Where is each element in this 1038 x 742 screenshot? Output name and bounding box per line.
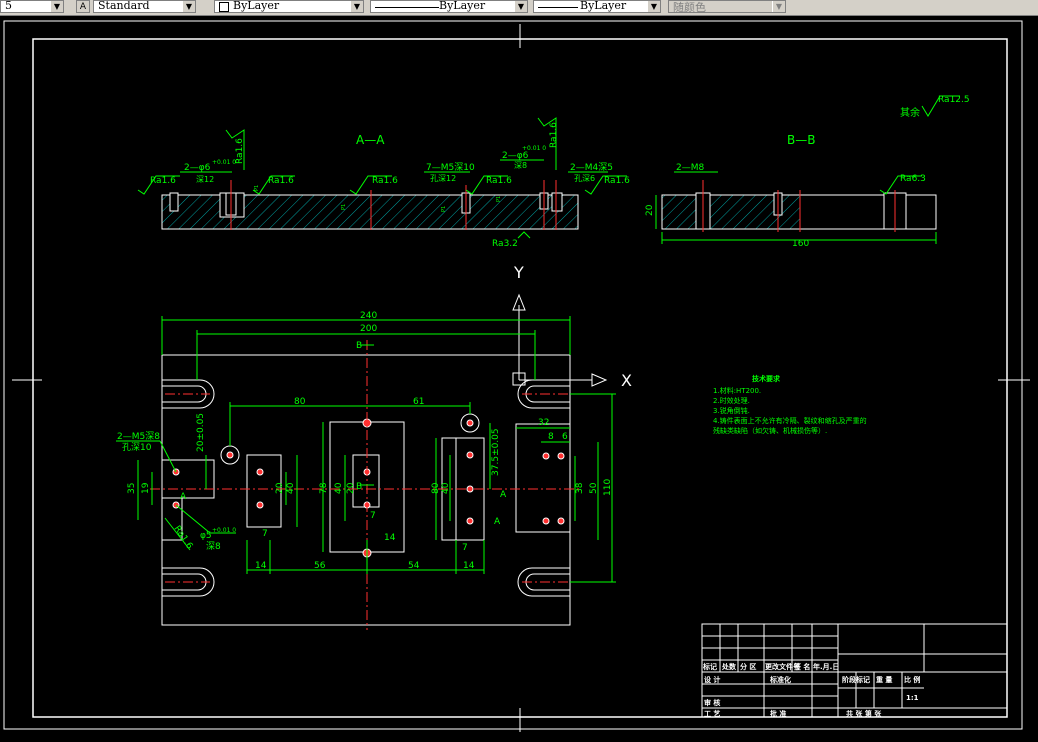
aa-ra-1: Ra1.6 xyxy=(150,176,176,186)
center-marks xyxy=(12,24,1030,732)
tb-scale: 1:1 xyxy=(906,694,919,702)
hole-m5-depth: 孔深10 xyxy=(122,442,152,453)
aa-small-4: P1 xyxy=(496,196,502,202)
section-bb-title: B—B xyxy=(787,133,815,147)
hole-m5: 2—M5深8 xyxy=(117,431,160,442)
aa-ra-vertical-2: Ra1.6 xyxy=(549,122,559,148)
dim-14a: 14 xyxy=(384,533,396,543)
aa-ra-2: Ra1.6 xyxy=(268,176,294,186)
drawing-frame xyxy=(32,38,1008,718)
dim-14c: 14 xyxy=(463,561,475,571)
aa-hole-1-depth: 深12 xyxy=(196,175,214,184)
dim-50: 50 xyxy=(589,482,599,494)
notes-line-4: 4.铸件表面上不允许有冷隔、裂纹和缩孔及严重的 xyxy=(713,416,867,425)
dim-35: 35 xyxy=(127,483,137,494)
aa-ra-4: Ra1.6 xyxy=(486,176,512,186)
tb-r1c2: 处数 xyxy=(721,662,737,671)
aa-hole-2: 7—M5深10 xyxy=(426,162,475,173)
cad-drawing-canvas[interactable]: 其余 Ra12.5 A—A Ra1.6 Ra1.6 Ra1.6 Ra1.6 Ra… xyxy=(0,0,1038,742)
bb-ra: Ra6.3 xyxy=(900,174,926,184)
hole-phi5: φ5 xyxy=(200,531,212,541)
aa-hole-3: 2—φ6 xyxy=(502,151,529,161)
dim-7a: 7 xyxy=(262,529,268,539)
aa-small-3: P1 xyxy=(441,206,447,212)
tb-sheets: 共 张 第 张 xyxy=(846,709,882,718)
section-aa-title: A—A xyxy=(356,133,385,147)
bb-hole: 2—M8 xyxy=(676,163,704,173)
dim-20a: 20 xyxy=(275,482,285,494)
tb-r1c3: 分 区 xyxy=(740,662,756,671)
tb-r1c5: 签 名 xyxy=(793,662,810,671)
dim-20-tol: 20±0.05 xyxy=(196,413,206,452)
tb-check: 审 核 xyxy=(704,698,720,707)
dim-7b: 7 xyxy=(370,511,376,521)
dim-80b: 80 xyxy=(431,482,441,494)
dim-240: 240 xyxy=(360,311,377,321)
mark-a-left: A xyxy=(180,492,187,502)
tb-weight: 重 量 xyxy=(876,675,892,684)
notes-line-2: 2.时效处理. xyxy=(713,396,750,405)
other-rough-value: Ra12.5 xyxy=(938,95,970,105)
aa-hole-4: 2—M4深5 xyxy=(570,162,613,173)
aa-hole-1-tol: +0.01 0 xyxy=(212,159,236,166)
dim-54: 54 xyxy=(408,561,420,571)
notes-line-5: 残缺类缺陷（如欠铸、机械损伤等）. xyxy=(713,426,827,435)
aa-hole-1: 2—φ6 xyxy=(184,163,211,173)
bb-dim-h: 20 xyxy=(645,204,655,216)
section-bb-view: 2—M8 Ra6.3 20 160 xyxy=(645,163,937,249)
mark-a-far: A xyxy=(494,517,501,527)
dim-200: 200 xyxy=(360,324,377,334)
tb-approve: 批 准 xyxy=(770,709,786,718)
dim-80: 80 xyxy=(294,397,306,407)
notes-title: 技术要求 xyxy=(752,374,781,383)
ra-hole: Ra1.6 xyxy=(172,524,195,551)
mark-b-mid: B xyxy=(356,482,362,492)
dim-14b: 14 xyxy=(255,561,267,571)
dim-20b: 20 xyxy=(346,482,356,494)
dim-6: 6 xyxy=(562,432,568,442)
hole-phi5-depth: 深8 xyxy=(206,541,221,552)
dim-40b: 40 xyxy=(334,482,344,494)
aa-ra-5: Ra1.6 xyxy=(604,176,630,186)
aa-hole-3-depth: 深8 xyxy=(514,161,527,170)
tb-std: 标准化 xyxy=(769,675,791,684)
aa-hole-4-depth: 孔深6 xyxy=(574,174,595,183)
dim-78: 78 xyxy=(319,482,329,494)
dim-38: 38 xyxy=(575,482,585,494)
aa-small-1: P1 xyxy=(254,185,260,191)
dim-61: 61 xyxy=(413,397,424,407)
dim-7c: 7 xyxy=(462,543,468,553)
tb-r1c1: 标记 xyxy=(702,662,717,671)
dim-110: 110 xyxy=(603,479,613,496)
notes-line-3: 3.锐角倒钝. xyxy=(713,406,750,415)
tb-scale-label: 比 例 xyxy=(904,675,920,684)
aa-ra-vertical-1: Ra1.6 xyxy=(235,138,245,164)
dim-37-tol: 37.5±0.05 xyxy=(491,428,501,476)
aa-small-2: P1 xyxy=(341,204,347,210)
dim-32: 32 xyxy=(538,418,549,428)
ucs-x-label: X xyxy=(621,371,632,390)
tb-design: 设 计 xyxy=(704,675,720,684)
dim-8: 8 xyxy=(548,432,554,442)
dim-56: 56 xyxy=(314,561,326,571)
tb-process: 工 艺 xyxy=(704,709,720,718)
dim-40a: 40 xyxy=(286,482,296,494)
bb-dim-w: 160 xyxy=(792,239,809,249)
other-rough-label: 其余 xyxy=(900,106,920,119)
mark-a-right: A xyxy=(500,490,507,500)
dim-19: 19 xyxy=(141,482,151,494)
aa-ra-bottom: Ra3.2 xyxy=(492,239,518,249)
hole-phi5-tol: +0.01 0 xyxy=(212,527,236,534)
ucs-y-label: Y xyxy=(513,263,524,282)
tb-stage: 阶段标记 xyxy=(842,675,870,684)
technical-notes: 技术要求 1.材料:HT200. 2.时效处理. 3.锐角倒钝. 4.铸件表面上… xyxy=(713,374,867,435)
mark-b-top: B xyxy=(356,341,362,351)
notes-line-1: 1.材料:HT200. xyxy=(713,386,761,395)
dim-40c: 40 xyxy=(441,482,451,494)
aa-ra-3: Ra1.6 xyxy=(372,176,398,186)
tb-r1c6: 年.月.日 xyxy=(813,662,839,671)
aa-hole-2-depth: 孔深12 xyxy=(430,174,456,183)
aa-hole-3-tol: +0.01 0 xyxy=(522,145,546,152)
ucs-icon xyxy=(512,293,608,387)
